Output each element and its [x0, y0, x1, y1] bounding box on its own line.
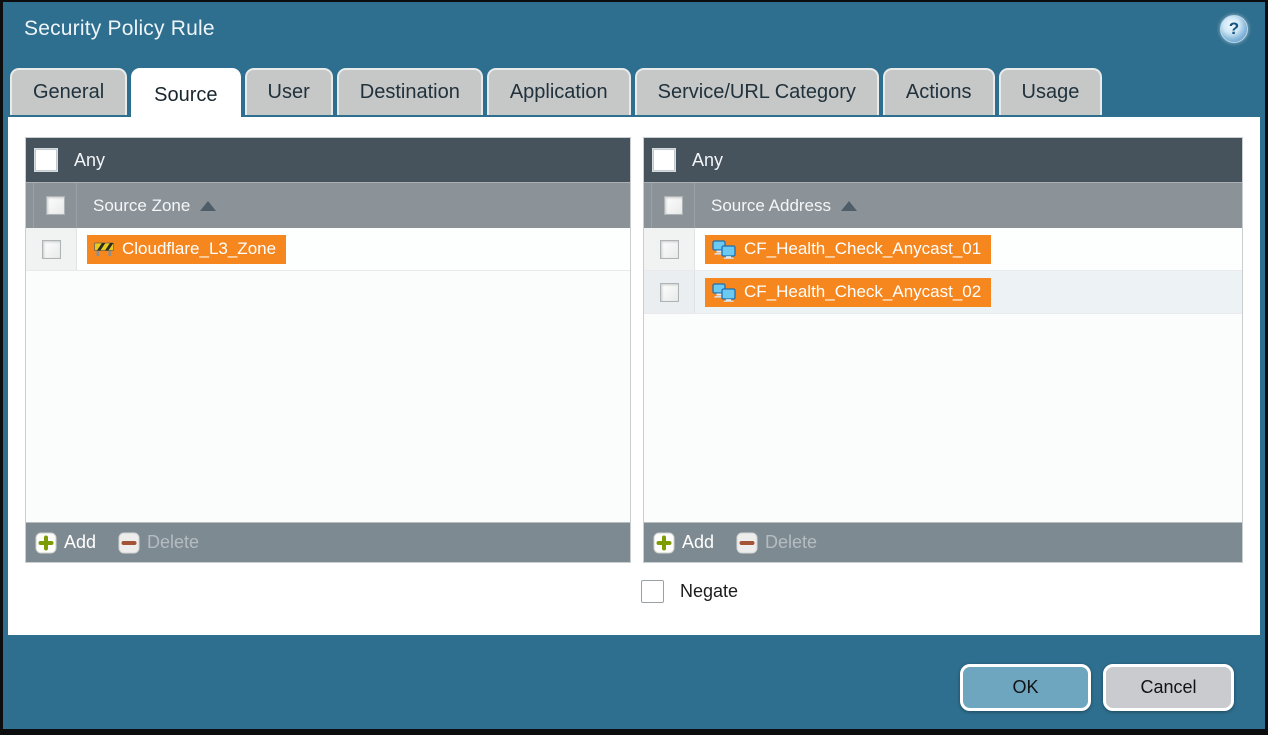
- delete-icon: [118, 532, 140, 554]
- row-checkbox-cell: [644, 271, 695, 313]
- address-icon: [712, 283, 736, 302]
- delete-button[interactable]: Delete: [118, 532, 199, 554]
- delete-icon: [736, 532, 758, 554]
- address-name: CF_Health_Check_Anycast_01: [744, 239, 981, 259]
- source-address-any-checkbox[interactable]: [652, 148, 676, 172]
- tab-usage[interactable]: Usage: [999, 68, 1103, 115]
- tab-destination[interactable]: Destination: [337, 68, 483, 115]
- row-checkbox-cell: [644, 228, 695, 270]
- source-address-any-header: Any: [644, 138, 1242, 182]
- source-zone-any-label: Any: [74, 150, 105, 171]
- cancel-button[interactable]: Cancel: [1103, 664, 1234, 711]
- delete-button[interactable]: Delete: [736, 532, 817, 554]
- source-address-header-checkbox-cell: [651, 183, 695, 228]
- row-checkbox[interactable]: [660, 240, 679, 259]
- table-row: CF_Health_Check_Anycast_02: [644, 271, 1242, 314]
- source-address-toolbar: Add Delete: [644, 522, 1242, 562]
- address-icon: [712, 240, 736, 259]
- tab-actions[interactable]: Actions: [883, 68, 995, 115]
- row-checkbox[interactable]: [42, 240, 61, 259]
- add-button[interactable]: Add: [35, 532, 96, 554]
- address-tag[interactable]: CF_Health_Check_Anycast_02: [705, 278, 991, 307]
- source-zone-any-header: Any: [26, 138, 630, 182]
- delete-label: Delete: [147, 532, 199, 553]
- source-address-header-checkbox[interactable]: [664, 196, 683, 215]
- source-address-panel: Any Source Address: [643, 137, 1243, 563]
- source-address-column-title: Source Address: [711, 196, 831, 216]
- row-checkbox[interactable]: [660, 283, 679, 302]
- source-zone-column-header[interactable]: Source Zone: [26, 182, 630, 228]
- add-button[interactable]: Add: [653, 532, 714, 554]
- tab-bar: General Source User Destination Applicat…: [10, 68, 1102, 120]
- dialog-frame: Security Policy Rule ? General Source Us…: [3, 2, 1265, 729]
- ok-button[interactable]: OK: [960, 664, 1091, 711]
- zone-tag[interactable]: Cloudflare_L3_Zone: [87, 235, 286, 264]
- sort-ascending-icon[interactable]: [841, 201, 857, 211]
- negate-checkbox[interactable]: [641, 580, 664, 603]
- source-zone-header-checkbox[interactable]: [46, 196, 65, 215]
- sort-ascending-icon[interactable]: [200, 201, 216, 211]
- tab-user[interactable]: User: [245, 68, 333, 115]
- help-glyph: ?: [1229, 19, 1239, 39]
- source-zone-header-checkbox-cell: [33, 183, 77, 228]
- table-row: Cloudflare_L3_Zone: [26, 228, 630, 271]
- tab-general[interactable]: General: [10, 68, 127, 115]
- delete-label: Delete: [765, 532, 817, 553]
- tab-content-sheet: Any Source Zone: [8, 117, 1260, 635]
- source-zone-any-checkbox[interactable]: [34, 148, 58, 172]
- add-label: Add: [682, 532, 714, 553]
- zone-icon: [94, 241, 114, 257]
- source-zone-panel: Any Source Zone: [25, 137, 631, 563]
- address-name: CF_Health_Check_Anycast_02: [744, 282, 981, 302]
- tab-source[interactable]: Source: [131, 68, 240, 120]
- dialog-title: Security Policy Rule: [24, 17, 215, 41]
- security-policy-rule-dialog: Security Policy Rule ? General Source Us…: [0, 0, 1268, 735]
- add-icon: [653, 532, 675, 554]
- table-row: CF_Health_Check_Anycast_01: [644, 228, 1242, 271]
- negate-row: Negate: [641, 580, 738, 603]
- tab-service-url-category[interactable]: Service/URL Category: [635, 68, 879, 115]
- help-icon[interactable]: ?: [1220, 15, 1248, 43]
- negate-label: Negate: [680, 581, 738, 602]
- add-label: Add: [64, 532, 96, 553]
- add-icon: [35, 532, 57, 554]
- source-zone-toolbar: Add Delete: [26, 522, 630, 562]
- source-zone-column-title: Source Zone: [93, 196, 190, 216]
- source-address-any-label: Any: [692, 150, 723, 171]
- address-tag[interactable]: CF_Health_Check_Anycast_01: [705, 235, 991, 264]
- row-checkbox-cell: [26, 228, 77, 270]
- source-address-column-header[interactable]: Source Address: [644, 182, 1242, 228]
- source-zone-list: Cloudflare_L3_Zone: [26, 228, 630, 522]
- source-address-list: CF_Health_Check_Anycast_01: [644, 228, 1242, 522]
- tab-application[interactable]: Application: [487, 68, 631, 115]
- zone-name: Cloudflare_L3_Zone: [122, 239, 276, 259]
